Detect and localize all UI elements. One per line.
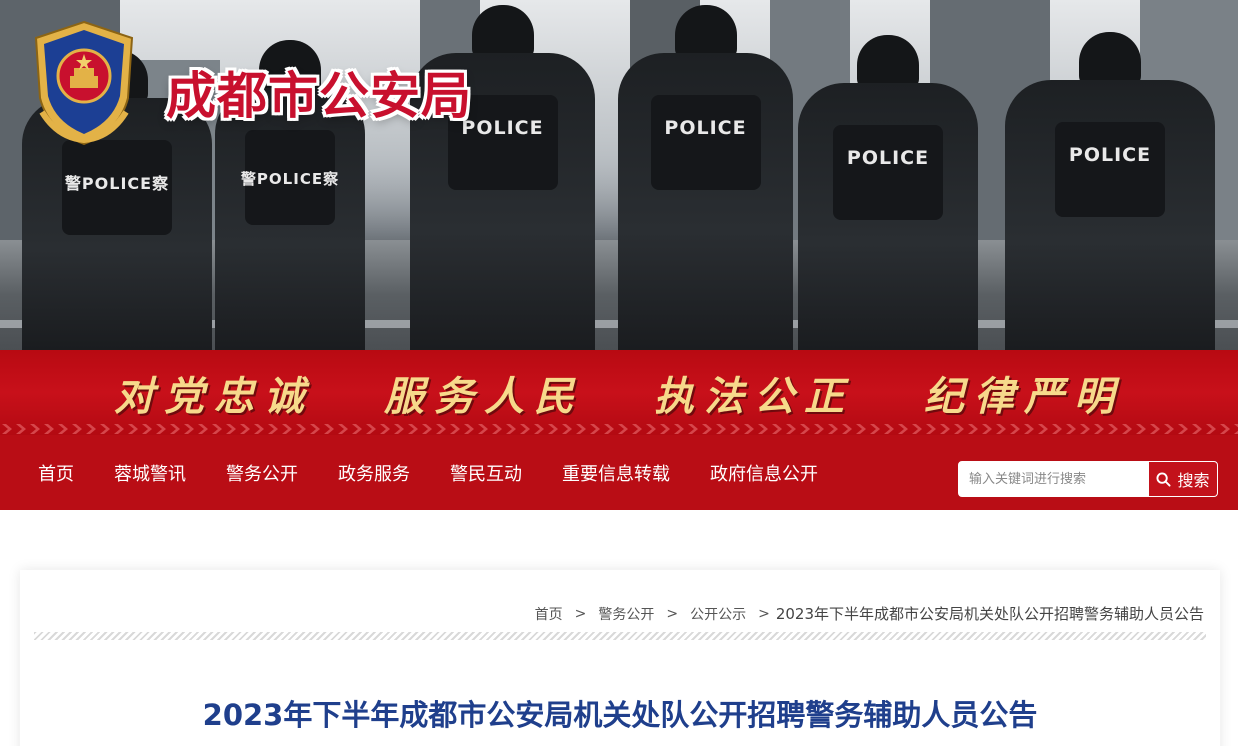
slogan: 纪律严明 bbox=[924, 372, 1124, 420]
officer-helmet bbox=[857, 35, 919, 89]
officer-vest bbox=[1055, 122, 1165, 217]
breadcrumb: 首页 > 警务公开 > 公开公示 > 2023年下半年成都市公安局机关处队公开招… bbox=[535, 603, 1204, 624]
hatched-divider bbox=[34, 632, 1206, 640]
nav-item-police-affairs[interactable]: 警务公开 bbox=[226, 460, 298, 486]
police-officer: POLICE bbox=[618, 5, 793, 350]
vest-label: 警POLICE察 bbox=[64, 174, 170, 193]
main-content: 首页 > 警务公开 > 公开公示 > 2023年下半年成都市公安局机关处队公开招… bbox=[0, 510, 1238, 746]
officer-helmet bbox=[471, 5, 534, 59]
chevron-divider bbox=[0, 423, 1238, 435]
search-button[interactable]: 搜索 bbox=[1149, 462, 1217, 496]
police-officer: POLICE bbox=[798, 35, 978, 350]
slogan: 执法公正 bbox=[654, 372, 854, 420]
vest-label: POLICE bbox=[461, 117, 544, 139]
main-nav: 首页 蓉城警讯 警务公开 政务服务 警民互动 重要信息转载 政府信息公开 搜索 bbox=[0, 435, 1238, 510]
search-button-label: 搜索 bbox=[1177, 471, 1210, 490]
police-emblem-icon[interactable] bbox=[28, 20, 140, 146]
site-title[interactable]: 成都市公安局 bbox=[166, 56, 472, 128]
breadcrumb-separator: > bbox=[758, 605, 770, 622]
nav-item-gov-services[interactable]: 政务服务 bbox=[338, 460, 410, 486]
search-icon bbox=[1156, 471, 1172, 487]
breadcrumb-current: 2023年下半年成都市公安局机关处队公开招聘警务辅助人员公告 bbox=[775, 605, 1204, 623]
slogan-band: 对党忠诚 服务人民 执法公正 纪律严明 bbox=[0, 350, 1238, 435]
breadcrumb-item-police-affairs[interactable]: 警务公开 bbox=[598, 604, 654, 624]
nav-item-interaction[interactable]: 警民互动 bbox=[450, 460, 522, 486]
officer-vest bbox=[833, 125, 943, 220]
header-banner: 警POLICE察 警POLICE察 POLICE POLICE POLICE P… bbox=[0, 0, 1238, 350]
breadcrumb-item-home[interactable]: 首页 bbox=[535, 604, 563, 624]
police-officer: POLICE bbox=[1005, 32, 1215, 350]
article-title: 2023年下半年成都市公安局机关处队公开招聘警务辅助人员公告 bbox=[202, 698, 1038, 732]
nav-item-rongcheng-news[interactable]: 蓉城警讯 bbox=[114, 460, 186, 486]
officer-helmet bbox=[1079, 32, 1141, 86]
nav-item-reprints[interactable]: 重要信息转载 bbox=[562, 460, 670, 486]
search-input[interactable] bbox=[959, 462, 1149, 496]
breadcrumb-item-public-notice[interactable]: 公开公示 bbox=[690, 604, 746, 624]
officer-vest bbox=[650, 95, 761, 190]
breadcrumb-separator: > bbox=[666, 605, 679, 622]
vest-label: POLICE bbox=[664, 117, 747, 139]
vest-label: POLICE bbox=[1068, 144, 1152, 166]
slogan: 对党忠诚 bbox=[114, 372, 314, 420]
vest-label: POLICE bbox=[846, 147, 930, 169]
nav-item-home[interactable]: 首页 bbox=[38, 460, 74, 486]
search-box: 搜索 bbox=[958, 461, 1218, 497]
nav-item-gov-info[interactable]: 政府信息公开 bbox=[710, 460, 818, 486]
vest-label: 警POLICE察 bbox=[240, 170, 340, 188]
article-card: 首页 > 警务公开 > 公开公示 > 2023年下半年成都市公安局机关处队公开招… bbox=[20, 570, 1220, 746]
breadcrumb-separator: > bbox=[574, 605, 587, 622]
slogan: 服务人民 bbox=[384, 372, 584, 420]
officer-helmet bbox=[674, 5, 737, 59]
